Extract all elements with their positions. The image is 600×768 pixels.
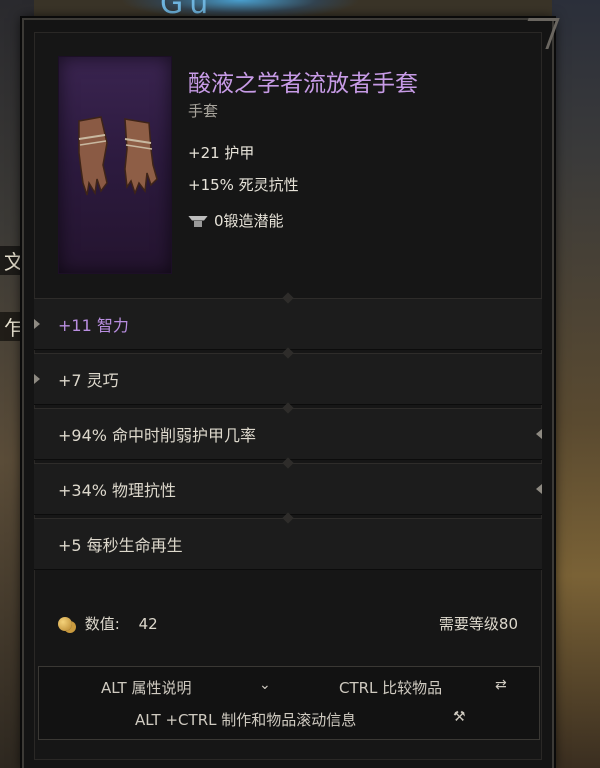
affix-text: +11 智力 — [58, 316, 129, 335]
item-type: 手套 — [188, 102, 219, 120]
value-amount: 42 — [138, 614, 158, 633]
forge-potential: 0锻造潜能 — [188, 210, 284, 231]
compare-arrows-icon: ⇄ — [495, 677, 507, 693]
base-stat-necrotic-resist: +15% 死灵抗性 — [188, 176, 299, 194]
background-right — [552, 0, 600, 768]
affix-pin-icon — [34, 374, 40, 384]
chevron-down-icon: ⌄ — [259, 677, 271, 693]
item-tooltip: 酸液之学者流放者手套 手套 +21 护甲 +15% 死灵抗性 0锻造潜能 +11… — [22, 18, 560, 768]
key-hints: ALT 属性说明 ⌄ CTRL 比较物品 ⇄ ALT +CTRL 制作和物品滚动… — [38, 666, 540, 740]
forge-potential-label: 0锻造潜能 — [214, 212, 284, 230]
ctrl-hint: CTRL 比较物品 — [339, 679, 443, 697]
alt-hint: ALT 属性说明 — [101, 679, 192, 697]
value-label: 数值: — [84, 614, 120, 633]
affix-row: +11 智力 — [34, 292, 542, 350]
affix-text: +34% 物理抗性 — [58, 481, 177, 500]
base-stat-armor: +21 护甲 — [188, 144, 255, 162]
affix-row: +34% 物理抗性 — [34, 457, 542, 515]
level-requirement: 需要等级80 — [438, 614, 518, 633]
gold-coin-icon — [58, 617, 72, 631]
hammer-icon: ⚒ — [453, 709, 466, 725]
leather-gloves-icon — [78, 116, 158, 196]
affix-row: +7 灵巧 — [34, 347, 542, 405]
alt-ctrl-hint: ALT +CTRL 制作和物品滚动信息 — [135, 711, 357, 729]
affix-text: +7 灵巧 — [58, 371, 119, 390]
item-value: 数值: 42 — [58, 613, 158, 634]
affix-pin-icon — [536, 429, 542, 439]
affix-row: +94% 命中时削弱护甲几率 — [34, 402, 542, 460]
item-name: 酸液之学者流放者手套 — [188, 71, 418, 97]
item-image — [58, 56, 172, 274]
affix-text: +94% 命中时削弱护甲几率 — [58, 426, 257, 445]
affix-pin-icon — [34, 319, 40, 329]
anvil-icon — [188, 215, 208, 227]
affix-text: +5 每秒生命再生 — [58, 536, 183, 555]
affix-row: +5 每秒生命再生 — [34, 512, 542, 570]
affix-pin-icon — [536, 484, 542, 494]
background-glow — [120, 0, 360, 20]
item-footer: 数值: 42 需要等级80 — [58, 608, 518, 638]
